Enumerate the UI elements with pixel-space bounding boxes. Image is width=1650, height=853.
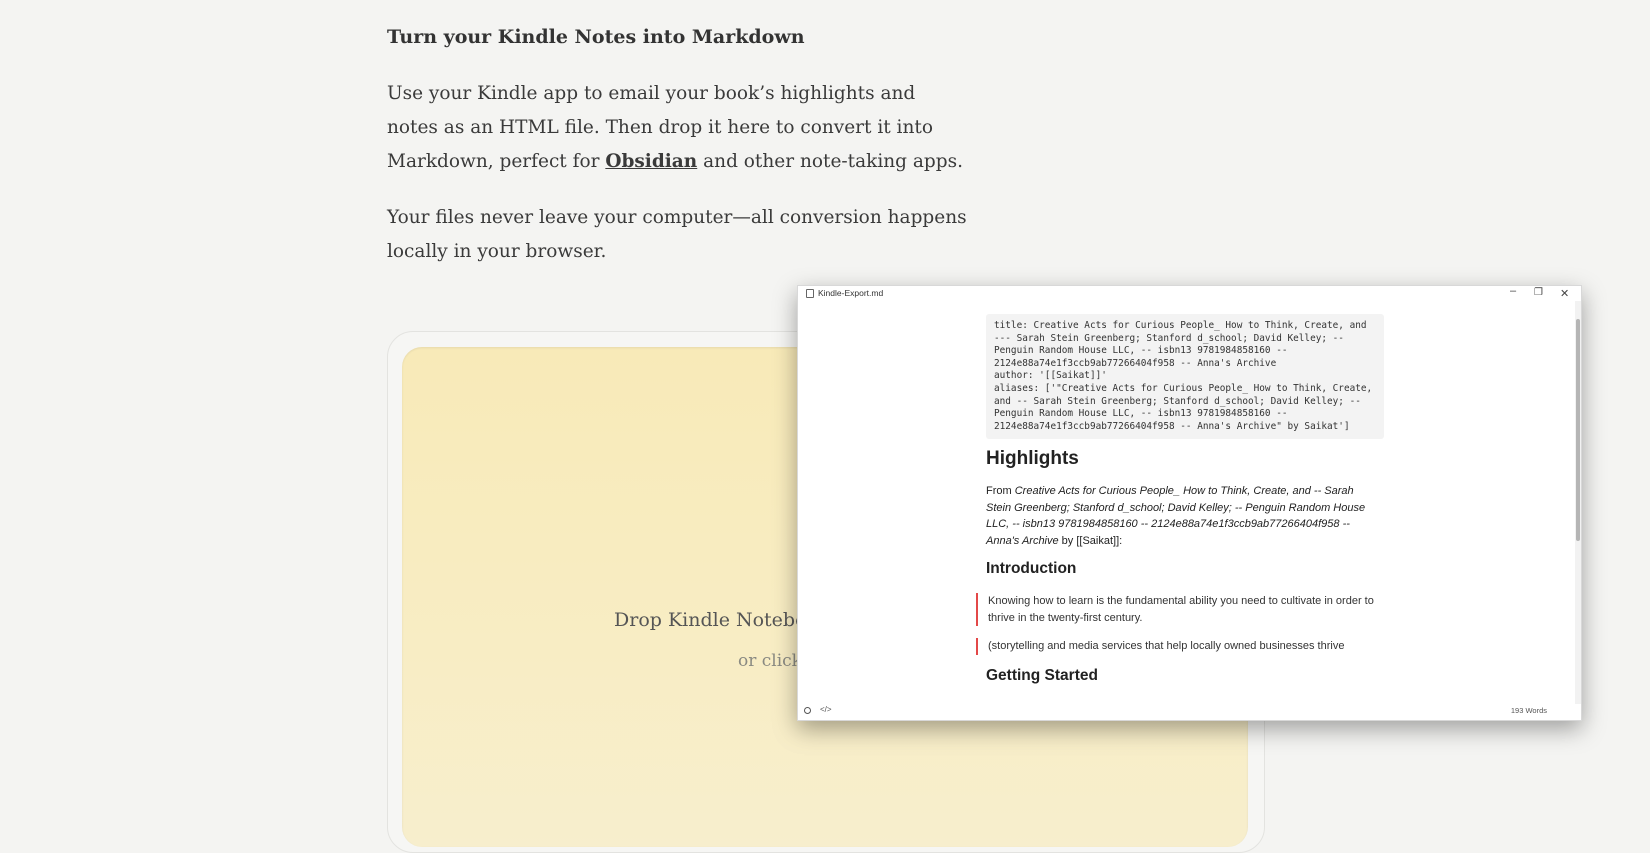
highlights-heading: Highlights bbox=[986, 448, 1079, 470]
dropzone-title: Drop Kindle Notebo bbox=[614, 609, 807, 631]
close-button[interactable]: ✕ bbox=[1560, 287, 1569, 300]
highlight-quote: (storytelling and media services that he… bbox=[976, 638, 1386, 655]
scrollbar-thumb[interactable] bbox=[1576, 319, 1580, 541]
window-titlebar[interactable]: Kindle-Export.md – ❐ ✕ bbox=[798, 286, 1581, 301]
word-count: 193 Words bbox=[1510, 706, 1547, 715]
highlight-quote: Knowing how to learn is the fundamental … bbox=[976, 593, 1386, 627]
restore-button[interactable]: ❐ bbox=[1534, 287, 1543, 298]
document-icon bbox=[806, 289, 814, 298]
introduction-heading: Introduction bbox=[986, 560, 1077, 578]
page-heading: Turn your Kindle Notes into Markdown bbox=[387, 26, 805, 48]
privacy-paragraph: Your files never leave your computer—all… bbox=[387, 207, 967, 262]
status-bar: </> 193 Words bbox=[798, 704, 1581, 720]
source-book-title: Creative Acts for Curious People_ How to… bbox=[986, 485, 1366, 547]
intro-text-end: and other note-taking apps. bbox=[697, 151, 963, 172]
obsidian-link[interactable]: Obsidian bbox=[605, 151, 697, 172]
window-title: Kindle-Export.md bbox=[818, 288, 884, 298]
status-circle-icon[interactable] bbox=[804, 707, 811, 714]
source-paragraph: From Creative Acts for Curious People_ H… bbox=[986, 483, 1381, 549]
source-suffix: by [[Saikat]]: bbox=[1058, 534, 1123, 547]
code-view-icon[interactable]: </> bbox=[820, 705, 832, 714]
source-prefix: From bbox=[986, 485, 1015, 498]
frontmatter-block: title: Creative Acts for Curious People_… bbox=[986, 314, 1384, 440]
minimize-button[interactable]: – bbox=[1510, 286, 1516, 297]
scrollbar[interactable] bbox=[1575, 301, 1581, 705]
intro-paragraph: Use your Kindle app to email your book’s… bbox=[387, 77, 967, 179]
document-content: title: Creative Acts for Curious People_… bbox=[976, 314, 1386, 685]
markdown-viewer-window: Kindle-Export.md – ❐ ✕ title: Creative A… bbox=[797, 285, 1582, 721]
getting-started-heading: Getting Started bbox=[986, 666, 1098, 684]
dropzone-subtitle: or click bbox=[738, 651, 802, 671]
